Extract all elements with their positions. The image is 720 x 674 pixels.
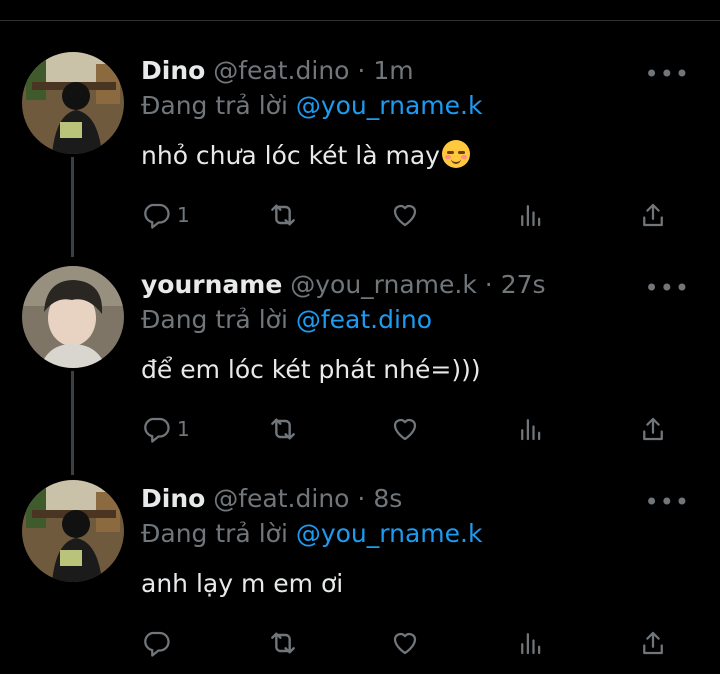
views-icon bbox=[521, 205, 541, 227]
more-icon[interactable]: ••• bbox=[645, 488, 690, 516]
tweet[interactable]: yourname @you_rname.k · 27s Đang trả lời… bbox=[0, 266, 720, 456]
share-button[interactable] bbox=[638, 198, 668, 232]
share-icon bbox=[643, 631, 663, 655]
timestamp[interactable]: · 8s bbox=[357, 484, 402, 513]
user-handle[interactable]: @feat.dino bbox=[213, 484, 349, 513]
reply-mention[interactable]: @you_rname.k bbox=[296, 91, 483, 120]
reply-prefix: Đang trả lời bbox=[141, 91, 288, 120]
retweet-button[interactable] bbox=[267, 198, 299, 232]
reply-button[interactable] bbox=[141, 626, 177, 660]
tweet-text: nhỏ chưa lóc két là may bbox=[141, 141, 440, 170]
like-button[interactable] bbox=[390, 198, 420, 232]
retweet-button[interactable] bbox=[267, 412, 299, 446]
user-handle[interactable]: @you_rname.k bbox=[290, 270, 477, 299]
reply-count: 1 bbox=[177, 417, 190, 441]
views-button[interactable] bbox=[516, 198, 546, 232]
tweet-text: anh lạy m em ơi bbox=[141, 569, 344, 598]
views-button[interactable] bbox=[516, 626, 546, 660]
like-button[interactable] bbox=[390, 412, 420, 446]
like-button[interactable] bbox=[390, 626, 420, 660]
reply-button[interactable]: 1 bbox=[141, 412, 190, 446]
more-icon[interactable]: ••• bbox=[645, 274, 690, 302]
views-icon bbox=[521, 633, 541, 655]
tweet-actions: 1 bbox=[141, 198, 681, 232]
like-icon bbox=[393, 418, 417, 441]
timestamp[interactable]: · 27s bbox=[485, 270, 546, 299]
timestamp[interactable]: · 1m bbox=[357, 56, 413, 85]
display-name[interactable]: yourname bbox=[141, 270, 282, 299]
reply-icon bbox=[144, 631, 170, 657]
tweet-actions bbox=[141, 626, 681, 660]
tweet-text: để em lóc két phát nhé=))) bbox=[141, 355, 481, 384]
share-button[interactable] bbox=[638, 412, 668, 446]
reply-count: 1 bbox=[177, 203, 190, 227]
retweet-icon bbox=[271, 418, 295, 440]
like-icon bbox=[393, 632, 417, 655]
user-handle[interactable]: @feat.dino bbox=[213, 56, 349, 85]
share-icon bbox=[643, 203, 663, 227]
relieved-face-emoji-icon bbox=[441, 140, 470, 168]
tweet[interactable]: Dino @feat.dino · 8s Đang trả lời @you_r… bbox=[0, 480, 720, 670]
avatar[interactable] bbox=[22, 52, 124, 154]
reply-icon bbox=[144, 203, 170, 229]
share-button[interactable] bbox=[638, 626, 668, 660]
more-icon[interactable]: ••• bbox=[645, 60, 690, 88]
reply-mention[interactable]: @you_rname.k bbox=[296, 519, 483, 548]
tweet-actions: 1 bbox=[141, 412, 681, 446]
views-button[interactable] bbox=[516, 412, 546, 446]
like-icon bbox=[393, 204, 417, 227]
reply-button[interactable]: 1 bbox=[141, 198, 190, 232]
avatar[interactable] bbox=[22, 480, 124, 582]
top-divider bbox=[0, 20, 720, 21]
reply-mention[interactable]: @feat.dino bbox=[296, 305, 432, 334]
reply-prefix: Đang trả lời bbox=[141, 305, 288, 334]
retweet-icon bbox=[271, 204, 295, 226]
retweet-icon bbox=[271, 632, 295, 654]
reply-icon bbox=[144, 417, 170, 443]
tweet[interactable]: Dino @feat.dino · 1m Đang trả lời @you_r… bbox=[0, 52, 720, 242]
avatar[interactable] bbox=[22, 266, 124, 368]
display-name[interactable]: Dino bbox=[141, 56, 205, 85]
display-name[interactable]: Dino bbox=[141, 484, 205, 513]
share-icon bbox=[643, 417, 663, 441]
reply-prefix: Đang trả lời bbox=[141, 519, 288, 548]
retweet-button[interactable] bbox=[267, 626, 299, 660]
views-icon bbox=[521, 419, 541, 441]
